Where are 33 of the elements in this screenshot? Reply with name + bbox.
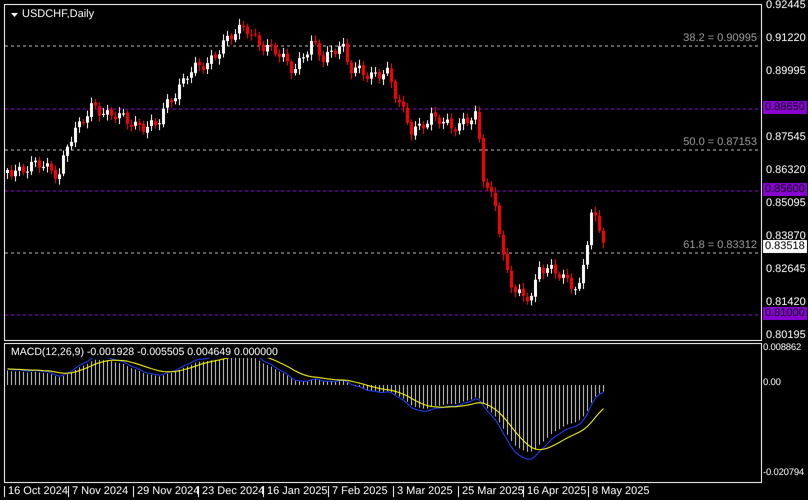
dropdown-icon[interactable] bbox=[11, 12, 18, 16]
price-axis-label: 0.83870 bbox=[766, 231, 806, 242]
symbol-label: USDCHF,Daily bbox=[22, 9, 94, 20]
price-axis-label: 0.91220 bbox=[766, 33, 806, 44]
date-axis-label: 8 May 2025 bbox=[588, 486, 650, 497]
date-axis-label: 23 Dec 2024 bbox=[198, 486, 264, 497]
price-axis-label: 0.89995 bbox=[766, 66, 806, 77]
date-axis-label: 7 Feb 2025 bbox=[328, 486, 388, 497]
date-axis-label: 3 Mar 2025 bbox=[393, 486, 453, 497]
indicator-label: MACD(12,26,9) -0.001928 -0.005505 0.004649 0.000000 bbox=[9, 347, 280, 358]
current-price-tag: 0.83518 bbox=[763, 240, 807, 253]
macd-axis-label: 0.008862 bbox=[763, 343, 802, 352]
price-axis-label: 0.87545 bbox=[766, 132, 806, 143]
fib-level-label: 50.0 = 0.87153 bbox=[683, 137, 757, 148]
date-axis-label: 29 Nov 2024 bbox=[133, 486, 200, 497]
price-level-tag: 0.81000 bbox=[763, 307, 807, 320]
date-axis-label: 7 Nov 2024 bbox=[68, 486, 128, 497]
macd-axis-label: -0.020794 bbox=[763, 468, 804, 478]
date-axis-label: 16 Apr 2025 bbox=[523, 486, 586, 497]
date-axis-label: 16 Jan 2025 bbox=[263, 486, 328, 497]
price-axis-label: 0.80195 bbox=[766, 330, 806, 341]
fib-level-label: 61.8 = 0.83312 bbox=[683, 240, 757, 251]
fib-level-label: 38.2 = 0.90995 bbox=[683, 33, 757, 44]
macd-axis-label: 0.00 bbox=[763, 378, 781, 388]
price-level-tag: 0.85600 bbox=[763, 183, 807, 196]
price-level-tag: 0.88650 bbox=[763, 101, 807, 114]
price-axis-label: 0.85095 bbox=[766, 198, 806, 209]
price-axis-label: 0.82645 bbox=[766, 264, 806, 275]
price-axis-label: 0.92445 bbox=[766, 0, 806, 11]
price-axis-label: 0.81420 bbox=[766, 297, 806, 308]
date-axis-label: 16 Oct 2024 bbox=[4, 486, 68, 497]
date-axis-label: 25 Mar 2025 bbox=[458, 486, 524, 497]
price-axis-label: 0.86320 bbox=[766, 165, 806, 176]
